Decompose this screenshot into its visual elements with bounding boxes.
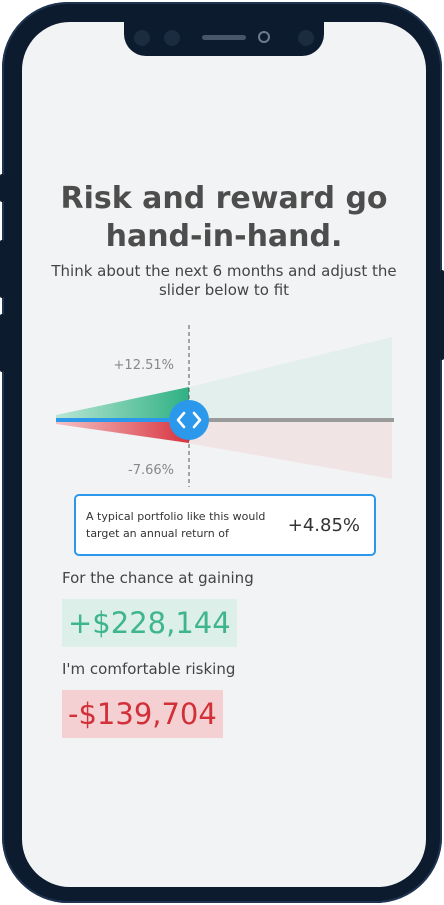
face-id-sensor-icon	[298, 30, 314, 46]
notch	[124, 22, 324, 56]
phone-screen: Risk and reward go hand-in-hand. Think a…	[22, 22, 426, 887]
risk-amount: -$139,704	[62, 690, 223, 738]
proximity-sensor-icon	[258, 31, 270, 43]
volume-up-button	[0, 240, 4, 298]
upper-return-label: +12.51%	[114, 358, 174, 373]
page-title: Risk and reward go hand-in-hand.	[22, 180, 426, 256]
speaker-grille	[202, 35, 246, 40]
page-subtitle: Think about the next 6 months and adjust…	[51, 262, 397, 299]
gain-label: For the chance at gaining	[62, 569, 254, 587]
slider-handle[interactable]	[169, 400, 209, 440]
selected-loss-area	[56, 420, 189, 443]
power-button	[440, 270, 444, 360]
target-return-description: A typical portfolio like this would targ…	[86, 510, 266, 540]
target-return-box: A typical portfolio like this would targ…	[74, 494, 376, 556]
front-camera-icon	[134, 30, 150, 46]
gain-amount: +$228,144	[62, 599, 237, 647]
risk-reward-slider-chart: +12.51% -7.66%	[56, 325, 394, 487]
page-title-line-1: Risk and reward go	[60, 181, 388, 216]
target-return-value: +4.85%	[287, 515, 360, 536]
phone-frame: Risk and reward go hand-in-hand. Think a…	[0, 2, 444, 903]
page-title-line-2: hand-in-hand.	[105, 219, 343, 254]
volume-down-button	[0, 314, 4, 372]
lower-return-label: -7.66%	[128, 463, 174, 478]
risk-label: I'm comfortable risking	[62, 660, 236, 678]
mute-switch	[0, 174, 4, 202]
selected-gain-area	[56, 387, 189, 420]
sensor-icon	[164, 30, 180, 46]
